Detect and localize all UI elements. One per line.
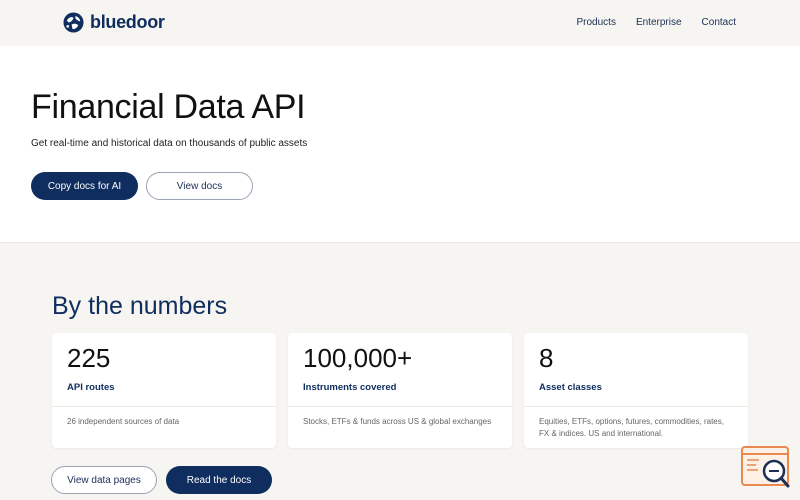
nav-link-contact[interactable]: Contact — [702, 17, 736, 28]
stat-label: API routes — [67, 382, 115, 393]
stat-value: 100,000+ — [303, 343, 413, 373]
stat-value: 8 — [539, 343, 554, 373]
read-the-docs-button[interactable]: Read the docs — [166, 466, 272, 494]
brand-name: bluedoor — [90, 12, 165, 32]
stat-label: Instruments covered — [303, 382, 397, 393]
nav-links: Products Enterprise Contact — [576, 17, 736, 28]
top-nav: bluedoor Products Enterprise Contact — [0, 0, 800, 46]
numbers-section-title: By the numbers — [52, 292, 228, 320]
hero-subtitle: Get real-time and historical data on tho… — [31, 138, 308, 149]
stat-card-instruments: 100,000+ Instruments covered Stocks, ETF… — [288, 333, 512, 448]
stat-card-api-routes: 225 API routes 26 independent sources of… — [52, 333, 276, 448]
hero-section: Financial Data API Get real-time and his… — [0, 46, 800, 243]
view-docs-button[interactable]: View docs — [146, 172, 253, 200]
card-divider — [52, 406, 276, 407]
brand-logo[interactable]: bluedoor — [63, 12, 165, 33]
view-data-pages-button[interactable]: View data pages — [51, 466, 157, 494]
search-help-icon[interactable] — [741, 446, 791, 490]
globe-logo-icon — [63, 12, 84, 33]
stat-description: Stocks, ETFs & funds across US & global … — [303, 417, 492, 426]
stat-description: Equities, ETFs, options, futures, commod… — [539, 417, 724, 438]
stat-card-asset-classes: 8 Asset classes Equities, ETFs, options,… — [524, 333, 748, 448]
stat-value: 225 — [67, 343, 111, 373]
stat-description: 26 independent sources of data — [67, 417, 180, 426]
card-divider — [288, 406, 512, 407]
nav-link-products[interactable]: Products — [576, 17, 615, 28]
hero-title: Financial Data API — [31, 88, 306, 126]
nav-link-enterprise[interactable]: Enterprise — [636, 17, 682, 28]
stat-label: Asset classes — [539, 382, 602, 393]
copy-docs-for-ai-button[interactable]: Copy docs for AI — [31, 172, 138, 200]
card-divider — [524, 406, 748, 407]
